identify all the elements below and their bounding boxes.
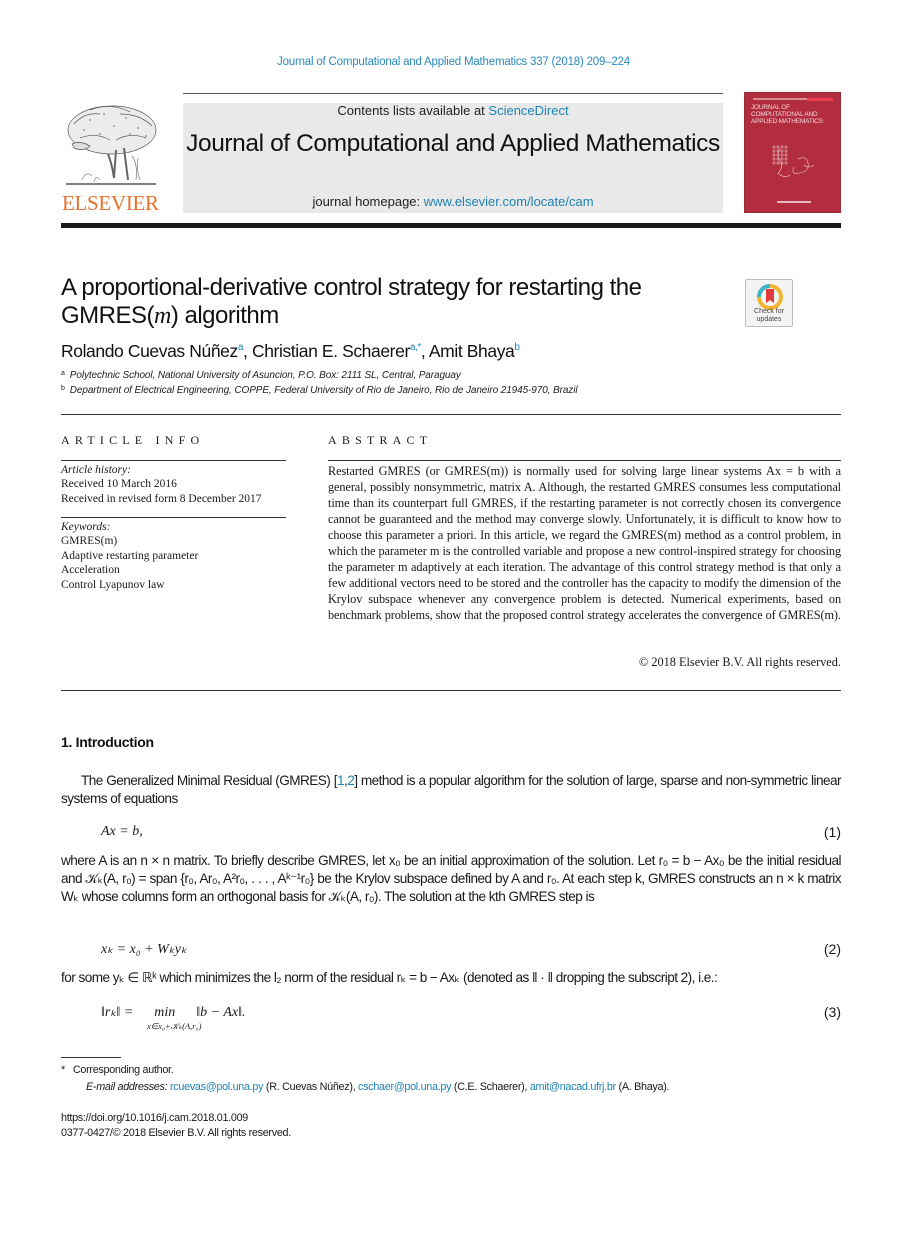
doi-link[interactable]: https://doi.org/10.1016/j.cam.2018.01.00… <box>61 1112 248 1124</box>
issn-copyright: 0377-0427/© 2018 Elsevier B.V. All right… <box>61 1127 291 1139</box>
affiliation-mark: a <box>61 370 65 377</box>
author-affiliation-mark[interactable]: b <box>514 342 520 353</box>
divider <box>61 517 286 518</box>
contents-line: Contents lists available at ScienceDirec… <box>183 103 723 118</box>
cover-figure-icon <box>772 145 815 177</box>
divider <box>61 690 841 691</box>
author-affiliation-mark[interactable]: a,* <box>410 342 421 353</box>
keyword-item: GMRES(m) <box>61 535 118 548</box>
header-thick-divider <box>61 223 841 228</box>
equation-2: xₖ = x₀ + Wₖyₖ <box>101 942 187 957</box>
paper-title: A proportional-derivative control strate… <box>61 274 731 330</box>
keywords-label: Keywords: <box>61 521 111 533</box>
journal-title: Journal of Computational and Applied Mat… <box>186 130 720 157</box>
cover-title: JOURNAL OF COMPUTATIONAL AND APPLIED MAT… <box>751 104 823 125</box>
keyword-item: Control Lyapunov law <box>61 578 165 591</box>
affiliation-b: b Department of Electrical Engineering, C… <box>61 385 578 396</box>
email-owner: (A. Bhaya). <box>615 1081 670 1093</box>
author-name[interactable]: Rolando Cuevas Núñez <box>61 341 238 361</box>
divider <box>61 414 841 415</box>
journal-homepage-link[interactable]: www.elsevier.com/locate/cam <box>424 194 594 209</box>
author-name[interactable]: Christian E. Schaerer <box>252 341 410 361</box>
top-divider <box>183 93 723 94</box>
abstract-text: Restarted GMRES (or GMRES(m)) is normall… <box>328 464 841 622</box>
affiliation-text: Department of Electrical Engineering, CO… <box>69 385 578 396</box>
affiliation-mark: b <box>61 385 65 392</box>
emails-label: E-mail addresses: <box>86 1081 171 1093</box>
contents-prefix: Contents lists available at <box>337 103 489 118</box>
email-owner: (R. Cuevas Núñez), <box>263 1081 359 1093</box>
journal-cover-image[interactable]: JOURNAL OF COMPUTATIONAL AND APPLIED MAT… <box>744 92 841 213</box>
author-name[interactable]: Amit Bhaya <box>429 341 515 361</box>
equation-1: Ax = b, <box>101 824 143 839</box>
divider <box>328 460 841 461</box>
history-item: Received 10 March 2016 <box>61 478 177 491</box>
paragraph: for some yₖ ∈ ℝᵏ which minimizes the l₂ … <box>61 970 718 985</box>
keywords: Keywords: GMRES(m) Adaptive restarting p… <box>61 520 198 592</box>
equation-3: ‖rₖ‖ = min ‖b − Ax‖. <box>101 1005 246 1020</box>
running-header-citation[interactable]: Journal of Computational and Applied Mat… <box>0 56 907 68</box>
article-history: Article history: Received 10 March 2016 … <box>61 463 262 506</box>
footnote-text: Corresponding author. <box>72 1064 174 1076</box>
email-link[interactable]: amit@nacad.ufrj.br <box>530 1081 616 1093</box>
equation-subscript: x∈x₀+𝒦ₖ(A,r₀) <box>147 1021 202 1031</box>
author-list: Rolando Cuevas Núñeza, Christian E. Scha… <box>61 341 520 361</box>
cover-accent-bar <box>807 98 833 101</box>
article-info-heading: ARTICLE INFO <box>61 433 205 447</box>
keyword-item: Adaptive restarting parameter <box>61 549 199 562</box>
homepage-prefix: journal homepage: <box>312 194 424 209</box>
paragraph: where A is an n × n matrix. To briefly d… <box>61 853 842 904</box>
check-for-updates-button[interactable]: Check for updates <box>745 279 793 327</box>
check-updates-label: Check for updates <box>754 308 784 323</box>
section-heading: 1. Introduction <box>61 734 154 750</box>
divider <box>61 460 286 461</box>
keyword-item: Acceleration <box>61 564 120 577</box>
email-owner: (C.E. Schaerer), <box>451 1081 530 1093</box>
cover-publisher-mark <box>777 201 811 203</box>
footnote-emails: E-mail addresses: rcuevas@pol.una.py (R.… <box>86 1081 670 1093</box>
paragraph-text: The Generalized Minimal Residual (GMRES)… <box>81 773 337 788</box>
footnote-corresponding: * Corresponding author. <box>61 1064 174 1076</box>
history-label: Article history: <box>61 464 131 476</box>
title-text-1: A proportional-derivative control strate… <box>61 274 642 329</box>
homepage-line: journal homepage: www.elsevier.com/locat… <box>183 194 723 209</box>
paragraph: The Generalized Minimal Residual (GMRES)… <box>61 773 842 806</box>
abstract-copyright: © 2018 Elsevier B.V. All rights reserved… <box>638 655 841 669</box>
sciencedirect-link[interactable]: ScienceDirect <box>488 103 568 118</box>
title-math: m <box>154 303 171 329</box>
equation-number: (1) <box>823 824 841 840</box>
affiliation-a: a Polytechnic School, National University… <box>61 370 461 381</box>
citation-link[interactable]: 1 <box>337 773 345 788</box>
history-item: Received in revised form 8 December 2017 <box>61 492 262 505</box>
elsevier-wordmark: ELSEVIER <box>62 191 159 215</box>
equation-number: (3) <box>823 1004 841 1020</box>
email-link[interactable]: rcuevas@pol.una.py <box>170 1081 264 1093</box>
email-link[interactable]: cschaer@pol.una.py <box>358 1081 452 1093</box>
abstract-heading: ABSTRACT <box>328 433 433 447</box>
affiliation-text: Polytechnic School, National University … <box>69 370 461 381</box>
author-affiliation-mark[interactable]: a <box>238 342 244 353</box>
title-text-2: ) algorithm <box>170 302 279 329</box>
footnote-mark: * <box>61 1064 65 1076</box>
footnote-divider <box>61 1057 121 1058</box>
equation-number: (2) <box>823 941 841 957</box>
